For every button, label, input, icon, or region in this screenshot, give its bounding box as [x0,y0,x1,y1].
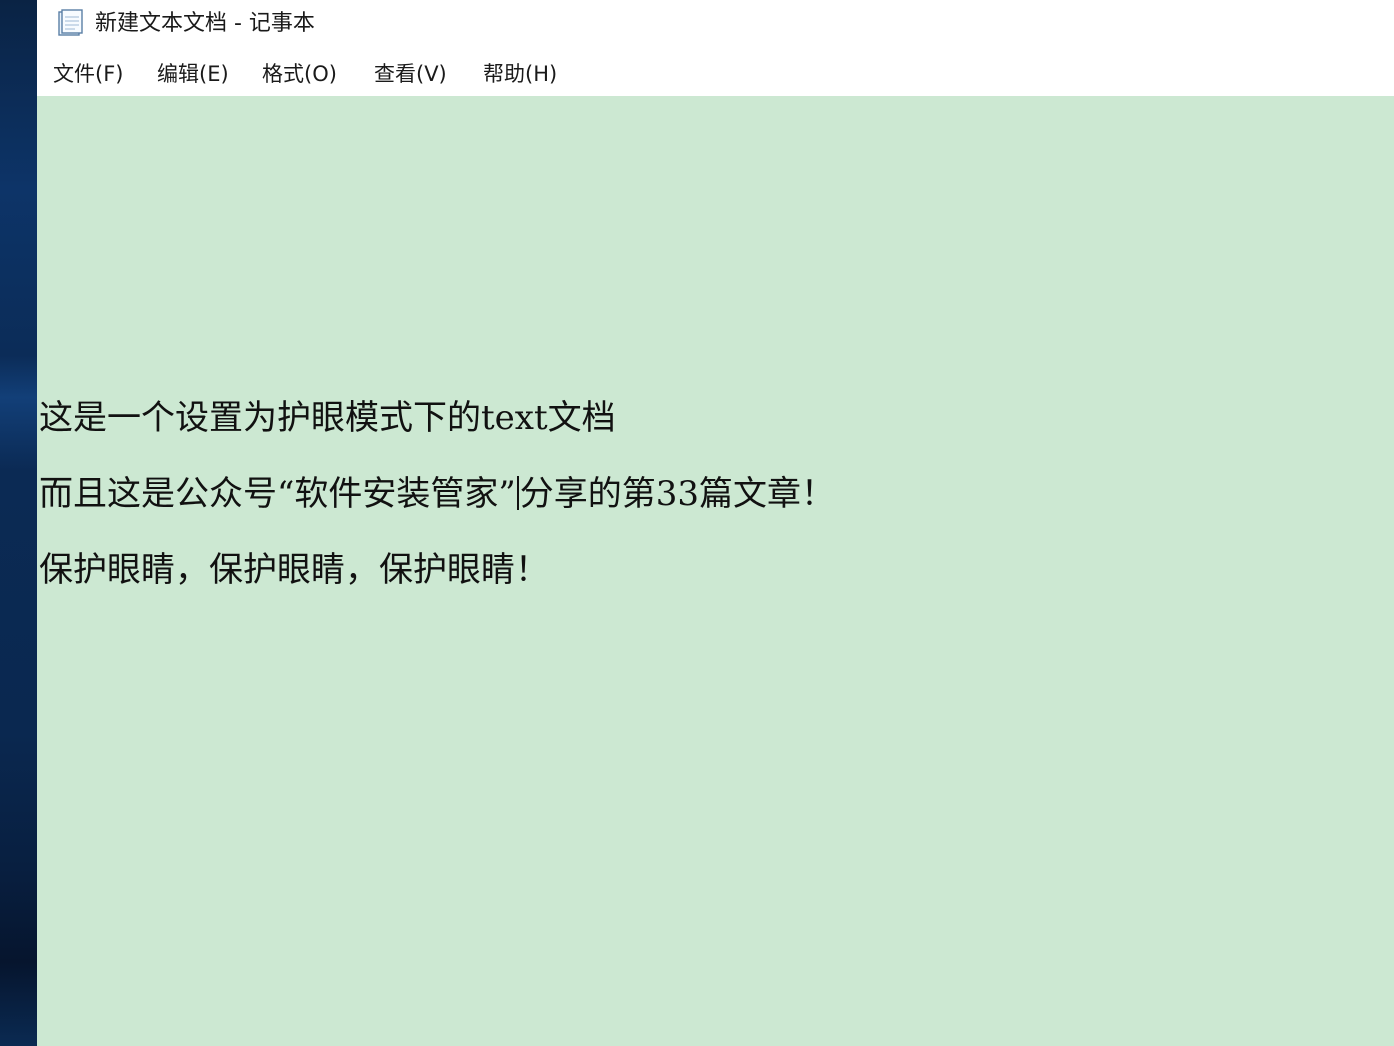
menu-bar: 文件(F) 编辑(E) 格式(O) 查看(V) 帮助(H) [37,52,1394,97]
notepad-window: 新建文本文档 - 记事本 文件(F) 编辑(E) 格式(O) 查看(V) 帮助(… [37,0,1394,1046]
text-line-3: 保护眼睛，保护眼睛，保护眼睛！ [39,550,549,590]
text-line-2-after-caret: 分享的第33篇文章！ [519,474,836,514]
text-line-1: 这是一个设置为护眼模式下的text文档 [39,398,616,438]
menu-edit[interactable]: 编辑(E) [155,60,231,88]
window-title: 新建文本文档 - 记事本 [95,11,315,36]
title-bar[interactable]: 新建文本文档 - 记事本 [37,0,1394,50]
menu-view[interactable]: 查看(V) [372,60,449,88]
text-line-2: 而且这是公众号“软件安装管家” 分享的第33篇文章！ [39,474,835,514]
menu-file[interactable]: 文件(F) [51,60,125,88]
menu-format[interactable]: 格式(O) [260,60,339,88]
text-line-2-before-caret: 而且这是公众号“软件安装管家” [39,474,516,514]
text-editor-area[interactable]: 这是一个设置为护眼模式下的text文档 而且这是公众号“软件安装管家” 分享的第3… [37,96,1394,1046]
text-caret [516,476,519,510]
menu-help[interactable]: 帮助(H) [481,60,559,88]
desktop-background [0,0,37,1046]
notepad-icon [57,9,83,37]
